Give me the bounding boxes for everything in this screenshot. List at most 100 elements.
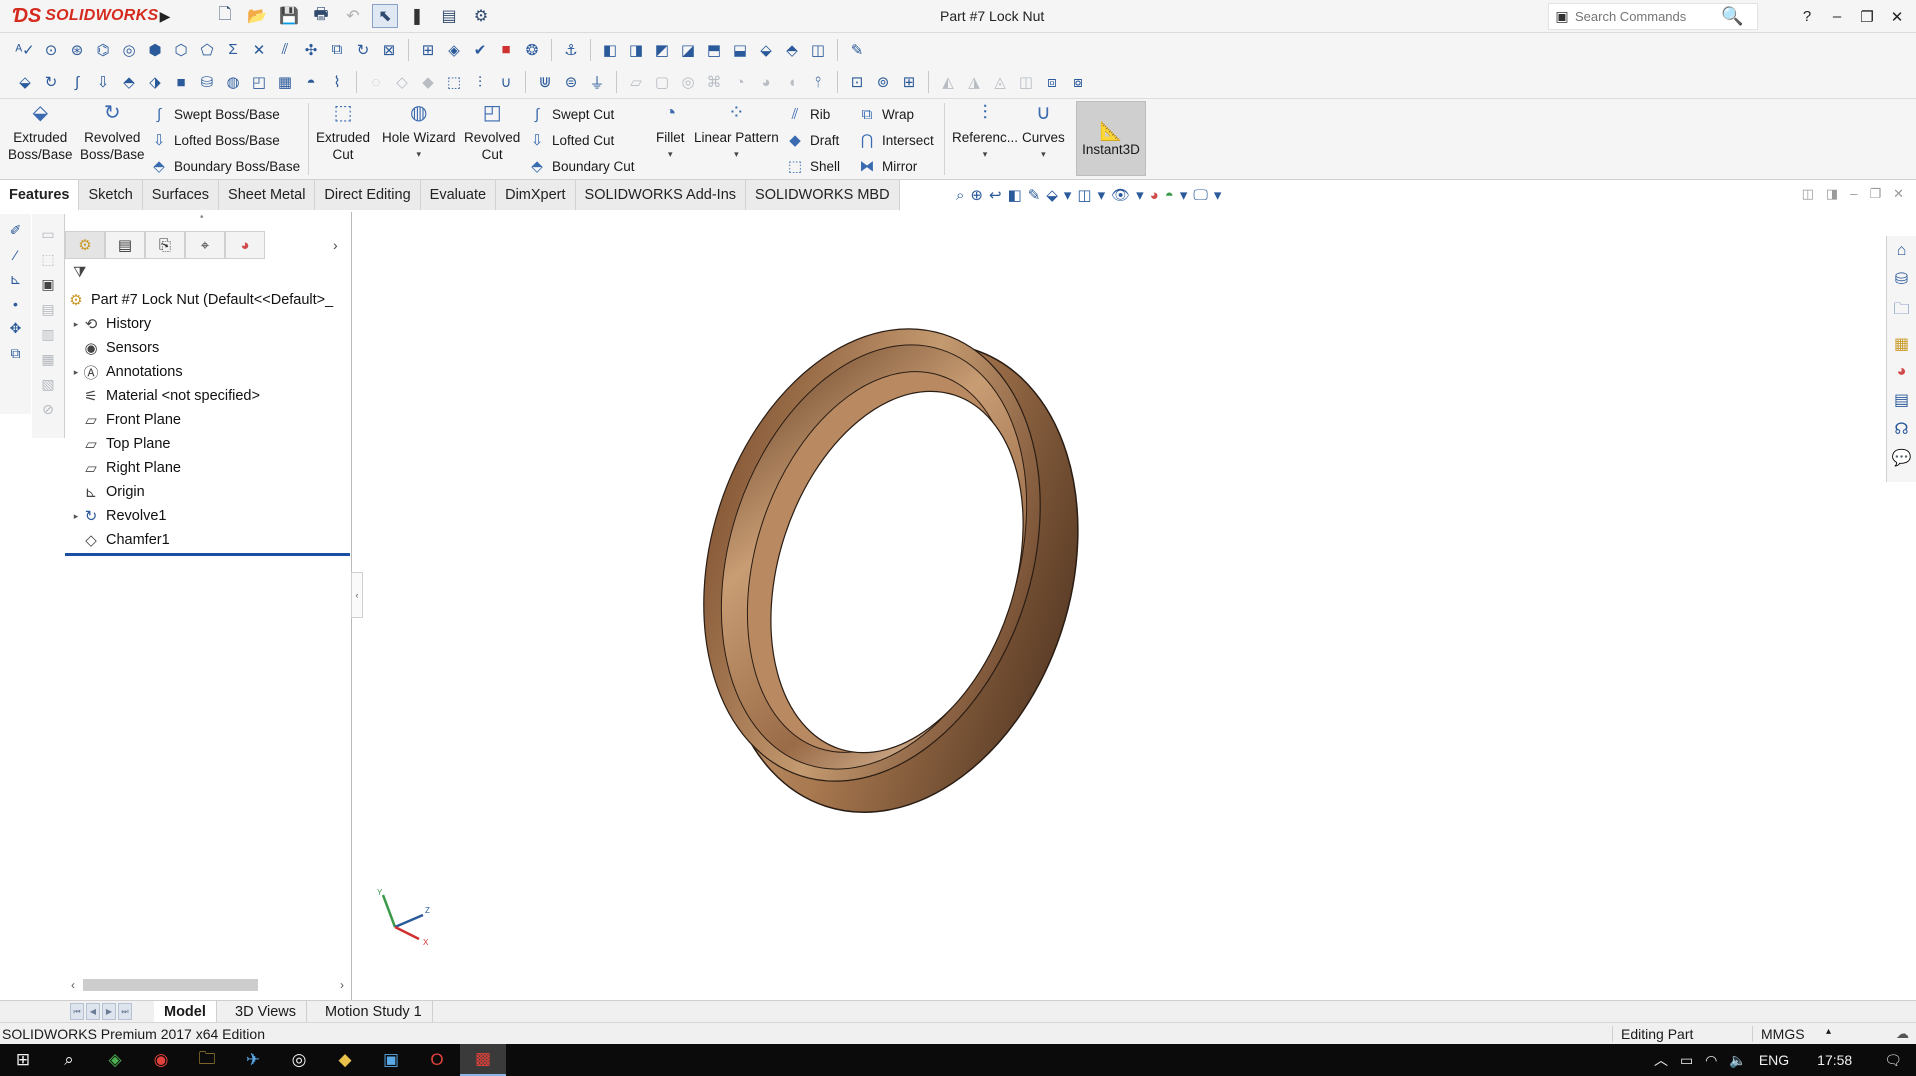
breadcrumb-icon-6[interactable]: ▦ <box>41 351 54 368</box>
close-icon[interactable]: ✕ <box>1886 8 1908 26</box>
app-icon-2[interactable]: ◉ <box>138 1044 184 1076</box>
draft-button[interactable]: ◆ Draft <box>786 129 840 151</box>
hardware-icon[interactable]: ⧇ <box>1067 71 1089 93</box>
combine-tool-icon[interactable]: ⏚ <box>586 71 608 93</box>
prev-tab-icon[interactable]: ◀ <box>86 1003 100 1020</box>
frame-icon[interactable]: ⊞ <box>898 71 920 93</box>
pin-icon[interactable]: ⫯ <box>807 71 829 93</box>
measure-icon[interactable]: ⊙ <box>40 39 62 61</box>
windows-search-icon[interactable]: ⌕ <box>46 1044 92 1076</box>
loft-tool-icon[interactable]: ⇩ <box>92 71 114 93</box>
view-back-icon[interactable]: ◨ <box>625 39 647 61</box>
app-icon-4[interactable]: ◆ <box>322 1044 368 1076</box>
curvature-icon[interactable]: ◈ <box>443 39 465 61</box>
display-style-dropdown-icon[interactable]: ▾ <box>1098 186 1106 204</box>
lofted-boss-button[interactable]: ⇩ Lofted Boss/Base <box>150 129 300 151</box>
scroll-thumb[interactable] <box>83 979 258 991</box>
undercut-icon[interactable]: ⫽ <box>274 39 296 61</box>
intersect-button[interactable]: ⋂ Intersect <box>858 129 934 151</box>
relations-icon[interactable]: ⧉ <box>11 345 21 362</box>
curve-icon[interactable]: ∪ <box>495 71 517 93</box>
last-tab-icon[interactable]: ⏭ <box>118 1003 132 1020</box>
dimxpertmanager-tab-icon[interactable]: ⌖ <box>185 231 225 259</box>
clock[interactable]: 17:58 <box>1817 1052 1852 1068</box>
steam-icon[interactable]: ✈ <box>230 1044 276 1076</box>
configurationmanager-tab-icon[interactable]: ⎘ <box>145 231 185 259</box>
design-library-icon[interactable]: ⛁ <box>1895 269 1908 289</box>
windows-start-icon[interactable]: ⊞ <box>0 1044 46 1076</box>
view-orientation-icon[interactable]: ⬙ <box>1046 186 1058 204</box>
scroll-right-icon[interactable]: › <box>334 978 350 992</box>
shell-button[interactable]: ⬚ Shell <box>786 155 840 177</box>
section-properties-icon[interactable]: ⌬ <box>92 39 114 61</box>
boundary-boss-button[interactable]: ⬘ Boundary Boss/Base <box>150 155 300 177</box>
hide-show-items-icon[interactable]: 👁 <box>1111 186 1130 204</box>
shell-icon[interactable]: ⬚ <box>443 71 465 93</box>
file-properties-icon[interactable]: ▤ <box>436 4 462 28</box>
zoom-to-fit-icon[interactable]: ⌕ <box>956 187 964 204</box>
curves-button[interactable]: ∪ Curves ▾ <box>1022 103 1065 163</box>
target-icon[interactable]: ⊚ <box>872 71 894 93</box>
file-explorer-taskbar-icon[interactable]: 🗀 <box>184 1044 230 1076</box>
dynamic-annotation-icon[interactable]: ✎ <box>1028 186 1041 204</box>
view-bottom-icon[interactable]: ⬓ <box>729 39 751 61</box>
sensor-icon[interactable]: ◎ <box>118 39 140 61</box>
filter-icon[interactable]: ⧩ <box>73 264 86 281</box>
viewport-split-left-icon[interactable]: ◫ <box>1802 186 1814 202</box>
extruded-boss-button[interactable]: ⬙ Extruded Boss/Base <box>8 103 73 163</box>
view-palette-icon[interactable]: ▦ <box>1894 334 1909 354</box>
reference-geometry-button[interactable]: ⫶ Referenc... ▾ <box>952 103 1018 163</box>
volume-icon[interactable]: 🔈 <box>1729 1052 1746 1069</box>
mass-properties-icon[interactable]: ⊛ <box>66 39 88 61</box>
tree-root[interactable]: ⚙ Part #7 Lock Nut (Default<<Default>_ <box>65 288 350 312</box>
first-tab-icon[interactable]: ⏮ <box>70 1003 84 1020</box>
hide-show-dropdown-icon[interactable]: ▾ <box>1136 186 1144 204</box>
rebuild-icon[interactable]: ❚ <box>404 4 430 28</box>
propertymanager-tab-icon[interactable]: ▤ <box>105 231 145 259</box>
tab-sketch[interactable]: Sketch <box>79 180 143 210</box>
tree-item-front-plane[interactable]: ▱ Front Plane <box>65 408 350 432</box>
scroll-left-icon[interactable]: ‹ <box>65 978 81 992</box>
view-settings-dropdown-icon[interactable]: ▾ <box>1214 186 1222 204</box>
view-iso-icon[interactable]: ⬙ <box>755 39 777 61</box>
tab-motion-study-1[interactable]: Motion Study 1 <box>315 1001 433 1023</box>
sketch-icon[interactable]: ✐ <box>10 222 22 239</box>
stop-icon[interactable]: ■ <box>495 39 517 61</box>
flex-tool-icon[interactable]: ⌇ <box>326 71 348 93</box>
tree-item-material-not-specified[interactable]: ⚟ Material <not specified> <box>65 384 350 408</box>
sweep-tool-icon[interactable]: ∫ <box>66 71 88 93</box>
swept-boss-button[interactable]: ∫ Swept Boss/Base <box>150 103 300 125</box>
display-style-icon[interactable]: ◫ <box>1077 186 1091 204</box>
extrude-tool-icon[interactable]: ⬙ <box>14 71 36 93</box>
tab-direct-editing[interactable]: Direct Editing <box>315 180 421 210</box>
tab-solidworks-add-ins[interactable]: SOLIDWORKS Add-Ins <box>575 180 747 210</box>
tab-sheet-metal[interactable]: Sheet Metal <box>219 180 316 210</box>
tree-item-annotations[interactable]: ▸ Ⓐ Annotations <box>65 360 350 384</box>
hole-tool-icon[interactable]: ◍ <box>222 71 244 93</box>
apply-scene-icon[interactable]: ◓ <box>1165 187 1174 204</box>
custom-properties-icon[interactable]: ▤ <box>1894 390 1909 410</box>
rib-button[interactable]: ⫽ Rib <box>786 103 840 125</box>
linear-pattern-button[interactable]: ⁘ Linear Pattern ▾ <box>694 103 779 163</box>
tree-item-sensors[interactable]: ◉ Sensors <box>65 336 350 360</box>
spell-check-icon[interactable]: ᴬ✓ <box>14 39 36 61</box>
expand-arrow-icon[interactable]: ▸ <box>70 511 82 522</box>
rollback-bar[interactable] <box>65 553 350 556</box>
line-icon[interactable]: ⁄ <box>14 247 16 263</box>
wifi-icon[interactable]: ◠ <box>1705 1052 1717 1069</box>
fillet-dropdown-icon[interactable]: ▾ <box>668 146 673 163</box>
search-commands-box[interactable]: ▣ 🔍 <box>1548 3 1758 30</box>
lofted-cut-button[interactable]: ⇩ Lofted Cut <box>528 129 635 151</box>
tab-features[interactable]: Features <box>0 180 80 210</box>
solidworks-taskbar-icon[interactable]: ▩ <box>460 1044 506 1076</box>
breadcrumb-icon-3[interactable]: ▣ <box>41 276 54 293</box>
library-icon[interactable]: ⧈ <box>1041 71 1063 93</box>
cylinder-tool-icon[interactable]: ⛁ <box>196 71 218 93</box>
units-selector[interactable]: MMGS <box>1752 1026 1805 1042</box>
grid-icon[interactable]: ⊡ <box>846 71 868 93</box>
viewport-minimize-icon[interactable]: – <box>1850 186 1857 202</box>
language-indicator[interactable]: ENG <box>1759 1052 1789 1068</box>
check-icon[interactable]: ⬡ <box>170 39 192 61</box>
options-gear-icon[interactable]: ⚙ <box>468 4 494 28</box>
panel-drag-handle[interactable]: • <box>200 212 204 223</box>
